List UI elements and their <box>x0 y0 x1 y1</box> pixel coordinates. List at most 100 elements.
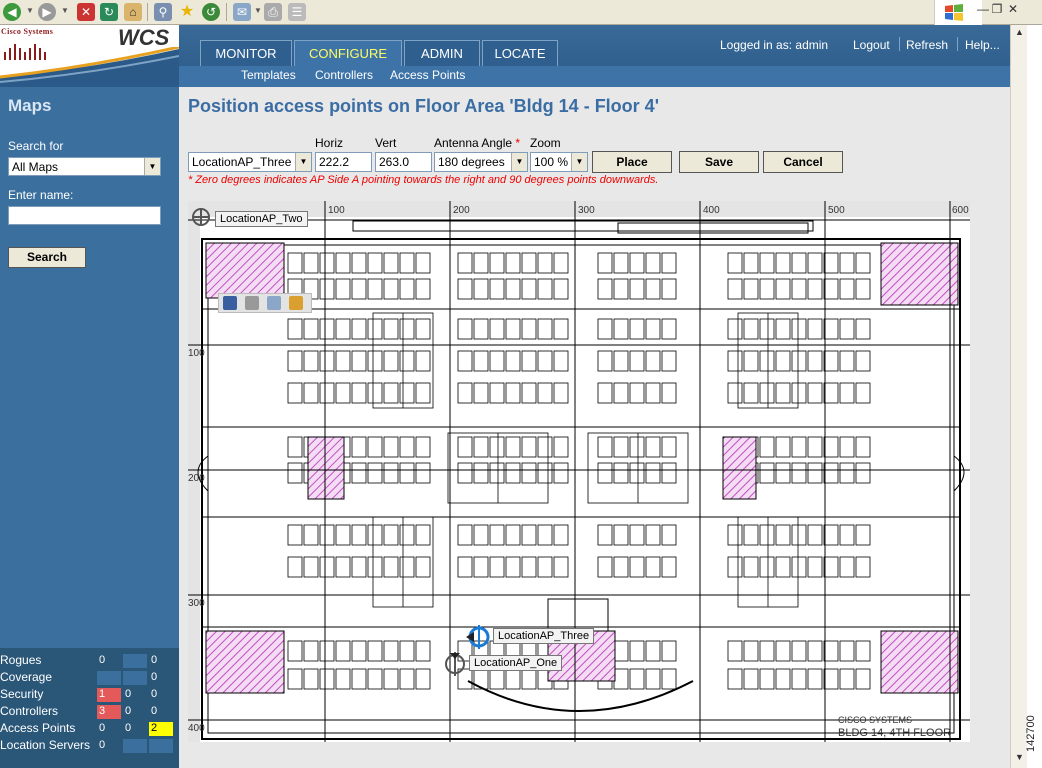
alarm-major-count[interactable]: 0 <box>123 688 147 702</box>
x-tick-label: 500 <box>828 205 845 216</box>
home-icon[interactable]: ⌂ <box>124 3 142 21</box>
antenna-angle-select[interactable]: 180 degrees ▼ <box>434 152 528 172</box>
forward-icon[interactable]: ▶ <box>38 3 56 21</box>
stop-icon[interactable]: ✕ <box>77 3 95 21</box>
access-point-icon[interactable] <box>442 651 468 677</box>
alarm-name: Access Points <box>0 721 76 735</box>
mail-dropdown-icon[interactable]: ▼ <box>254 6 262 15</box>
floor-map[interactable]: 100 200 300 400 500 600 100 200 300 400 … <box>188 201 970 742</box>
horiz-input[interactable]: 222.2 <box>315 152 372 172</box>
search-for-value: All Maps <box>12 160 59 174</box>
scroll-down-icon[interactable]: ▼ <box>1013 752 1026 765</box>
place-button[interactable]: Place <box>592 151 672 173</box>
tab-admin[interactable]: ADMIN <box>404 40 480 66</box>
search-for-select[interactable]: All Maps ▼ <box>8 157 161 176</box>
chevron-down-icon[interactable]: ▼ <box>571 153 587 171</box>
save-button[interactable]: Save <box>679 151 759 173</box>
email-map-icon[interactable] <box>267 296 281 310</box>
tab-locate[interactable]: LOCATE <box>482 40 558 66</box>
search-button[interactable]: Search <box>8 247 86 268</box>
search-for-label: Search for <box>8 139 64 153</box>
access-point-label[interactable]: LocationAP_One <box>469 655 563 671</box>
refresh-icon[interactable]: ↻ <box>100 3 118 21</box>
access-point-icon[interactable] <box>190 206 212 228</box>
alarm-row-coverage[interactable]: Coverage 0 <box>0 669 179 686</box>
zoom-select[interactable]: 100 % ▼ <box>530 152 588 172</box>
scroll-up-icon[interactable]: ▲ <box>1013 27 1026 40</box>
alarm-row-location-servers[interactable]: Location Servers 0 <box>0 737 179 754</box>
alarm-minor-count[interactable]: 0 <box>149 671 173 685</box>
alarm-row-controllers[interactable]: Controllers 3 0 0 <box>0 703 179 720</box>
alarm-major-count[interactable] <box>123 654 147 668</box>
alarm-minor-count[interactable] <box>149 739 173 753</box>
access-point-select[interactable]: LocationAP_Three ▼ <box>188 152 312 172</box>
margin-strip <box>1027 25 1042 768</box>
history-icon[interactable]: ↺ <box>202 3 220 21</box>
subnav-templates[interactable]: Templates <box>241 68 296 82</box>
chevron-down-icon[interactable]: ▼ <box>144 158 160 175</box>
cancel-button[interactable]: Cancel <box>763 151 843 173</box>
back-icon[interactable]: ◀ <box>3 3 21 21</box>
alarm-major-count[interactable] <box>123 739 147 753</box>
subnav-controllers[interactable]: Controllers <box>315 68 373 82</box>
alarm-minor-count[interactable]: 0 <box>149 705 173 719</box>
alarm-name: Coverage <box>0 670 53 684</box>
enter-name-label: Enter name: <box>8 188 74 202</box>
alarm-name: Security <box>0 687 44 701</box>
alarm-row-security[interactable]: Security 1 0 0 <box>0 686 179 703</box>
alarm-critical-count[interactable]: 0 <box>97 654 121 668</box>
refresh-link[interactable]: Refresh <box>906 38 948 52</box>
alarm-critical-count[interactable] <box>97 671 121 685</box>
x-tick-label: 300 <box>578 205 595 216</box>
antenna-angle-label-text: Antenna Angle <box>434 136 513 150</box>
floor-plan-drawing: 100 200 300 400 500 600 100 200 300 400 … <box>188 201 970 742</box>
tab-monitor[interactable]: MONITOR <box>200 40 292 66</box>
alarm-minor-count[interactable]: 0 <box>149 654 173 668</box>
alarm-row-rogues[interactable]: Rogues 0 0 <box>0 652 179 669</box>
alarm-major-count[interactable]: 0 <box>123 722 147 736</box>
save-map-icon[interactable] <box>223 296 237 310</box>
alarm-critical-count[interactable]: 1 <box>97 688 121 702</box>
alarm-critical-count[interactable]: 0 <box>97 739 121 753</box>
print-map-icon[interactable] <box>245 296 259 310</box>
chevron-down-icon[interactable]: ▼ <box>295 153 311 171</box>
alarm-major-count[interactable] <box>123 671 147 685</box>
vert-input[interactable]: 263.0 <box>375 152 432 172</box>
cisco-wordmark: Cisco Systems <box>1 27 54 36</box>
alarm-minor-count[interactable]: 0 <box>149 688 173 702</box>
search-icon[interactable]: ⚲ <box>154 3 172 21</box>
tab-configure[interactable]: CONFIGURE <box>294 40 402 66</box>
help-link[interactable]: Help... <box>965 38 1000 52</box>
export-map-icon[interactable] <box>289 296 303 310</box>
selected-access-point-icon[interactable] <box>464 624 494 650</box>
restore-icon[interactable]: ❐ <box>990 2 1004 16</box>
enter-name-input[interactable] <box>8 206 161 225</box>
wcs-logo: Cisco Systems WCS <box>0 25 179 87</box>
chevron-down-icon[interactable]: ▼ <box>511 153 527 171</box>
alarm-minor-count[interactable]: 2 <box>149 722 173 736</box>
alarm-row-access-points[interactable]: Access Points 0 0 2 <box>0 720 179 737</box>
alarm-critical-count[interactable]: 3 <box>97 705 121 719</box>
subnav-access-points[interactable]: Access Points <box>390 68 465 82</box>
link-divider <box>957 37 958 51</box>
x-tick-label: 400 <box>703 205 720 216</box>
vertical-scrollbar[interactable]: ▲ ▼ <box>1010 25 1027 768</box>
access-point-label[interactable]: LocationAP_Two <box>215 211 308 227</box>
alarm-major-count[interactable]: 0 <box>123 705 147 719</box>
forward-dropdown-icon[interactable]: ▼ <box>61 6 69 15</box>
alarm-critical-count[interactable]: 0 <box>97 722 121 736</box>
print-icon[interactable]: ⎙ <box>264 3 282 21</box>
favorites-icon[interactable]: ★ <box>178 3 196 21</box>
link-divider <box>899 37 900 51</box>
access-point-label[interactable]: LocationAP_Three <box>493 628 595 644</box>
mail-icon[interactable]: ✉ <box>233 3 251 21</box>
minimize-icon[interactable]: — <box>976 2 990 16</box>
close-window-icon[interactable]: ✕ <box>1006 2 1020 16</box>
windows-logo <box>934 0 982 25</box>
zoom-label: Zoom <box>530 136 561 150</box>
y-tick-label: 400 <box>188 723 205 734</box>
back-dropdown-icon[interactable]: ▼ <box>26 6 34 15</box>
logout-link[interactable]: Logout <box>853 38 890 52</box>
edit-icon[interactable]: ☰ <box>288 3 306 21</box>
x-tick-label: 600 <box>952 205 969 216</box>
